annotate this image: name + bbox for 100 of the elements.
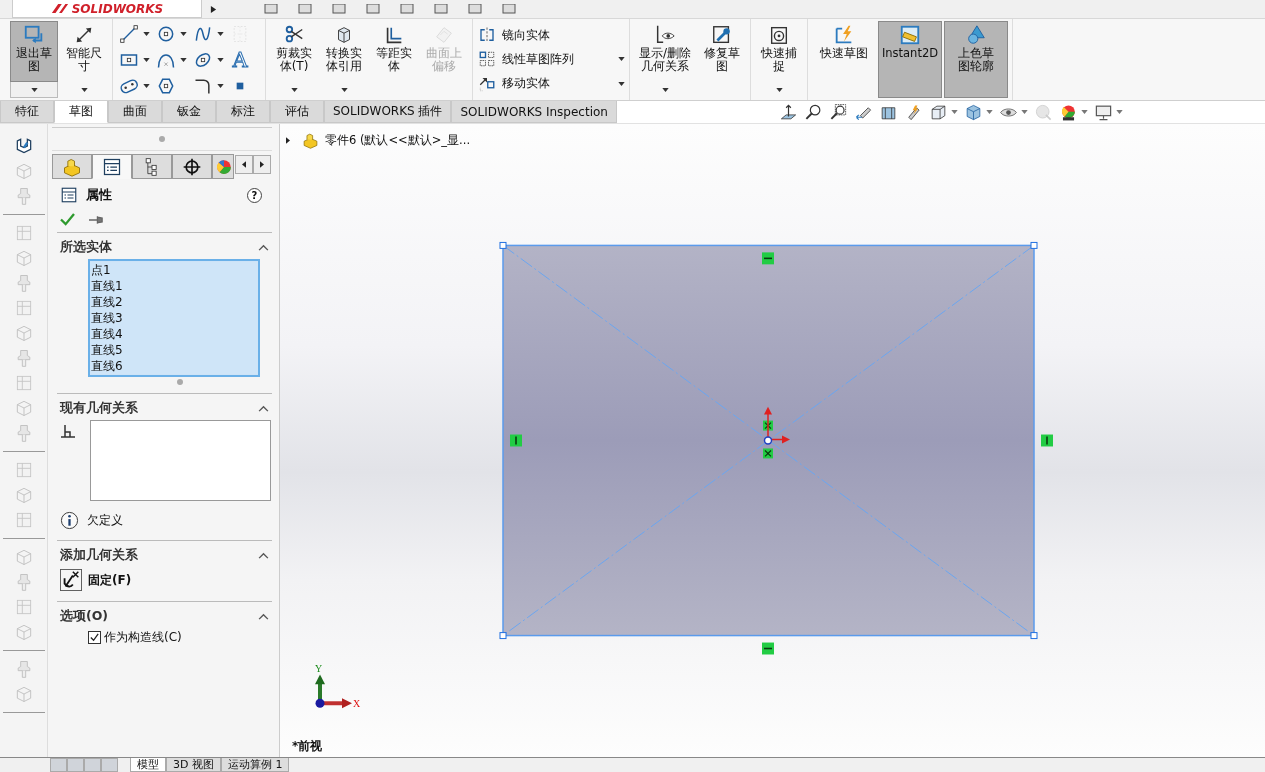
- right-arrow-icon: [260, 161, 264, 168]
- pin-icon[interactable]: [89, 214, 104, 225]
- midpoint-relation-icon[interactable]: [763, 448, 773, 459]
- zoom-area-icon[interactable]: [828, 102, 848, 122]
- axis-triad-icon: [315, 674, 352, 709]
- collapse-chevron-icon[interactable]: [258, 244, 269, 251]
- caret-icon[interactable]: [217, 57, 224, 62]
- bottom-tab[interactable]: 运动算例 1: [220, 758, 290, 772]
- entity-list[interactable]: 点1 直线1 直线2 直线3 直线4 直线5 直线6: [88, 259, 260, 377]
- caret-icon[interactable]: [143, 31, 150, 36]
- ribbon-button[interactable]: 移动实体: [477, 73, 551, 94]
- bottom-tab[interactable]: 3D 视图: [166, 758, 221, 772]
- ribbon-button[interactable]: 修复草图: [698, 21, 746, 98]
- line-icon: [119, 23, 139, 44]
- caret-icon[interactable]: [618, 81, 625, 86]
- origin-icon[interactable]: [763, 406, 790, 445]
- ribbon-tab[interactable]: 特征: [0, 101, 54, 123]
- tree-item[interactable]: 零件6 (默认<<默认>_显...: [325, 133, 471, 148]
- collapse-chevron-icon[interactable]: [258, 552, 269, 559]
- toolbar-icon[interactable]: [365, 4, 381, 14]
- caret-icon[interactable]: [618, 57, 625, 62]
- caret-icon[interactable]: [143, 57, 150, 62]
- toolbar-icon[interactable]: [297, 4, 313, 14]
- toolbar-icon[interactable]: [433, 4, 449, 14]
- panel-tab[interactable]: [172, 154, 212, 179]
- ok-check-icon[interactable]: [60, 213, 75, 226]
- relation-icon[interactable]: [762, 252, 774, 265]
- ribbon-tab[interactable]: 标注: [216, 101, 270, 123]
- ribbon-button[interactable]: 等距实体: [370, 21, 418, 98]
- ribbon-button[interactable]: 快速捕捉: [755, 21, 803, 82]
- toolbar-icon[interactable]: [331, 4, 347, 14]
- ribbon-button[interactable]: 显示/删除几何关系: [634, 21, 696, 82]
- help-button[interactable]: ?: [247, 187, 262, 203]
- view-label: *前视: [292, 738, 323, 755]
- endpoint-handle[interactable]: [499, 632, 507, 640]
- toolbar-icon[interactable]: [263, 4, 279, 14]
- toolbar-icon[interactable]: [501, 4, 517, 14]
- scroll-right-button[interactable]: [253, 155, 271, 174]
- ribbon-tab[interactable]: 钣金: [162, 101, 216, 123]
- caret-icon: [775, 88, 783, 92]
- anchor-icon[interactable]: [60, 569, 82, 591]
- target-icon: [768, 24, 790, 46]
- relations-list[interactable]: [90, 420, 271, 501]
- endpoint-handle[interactable]: [1030, 241, 1038, 249]
- toolbar-icon[interactable]: [467, 4, 483, 14]
- scroll-left-button[interactable]: [235, 155, 253, 174]
- caret-icon: [80, 88, 88, 92]
- checkbox-label: 作为构造线(C): [104, 629, 182, 646]
- expand-arrow-icon[interactable]: [210, 4, 217, 14]
- endpoint-handle[interactable]: [499, 241, 507, 249]
- property-list-icon: [60, 186, 78, 204]
- endpoint-handle[interactable]: [1030, 632, 1038, 640]
- wrench-icon: [711, 24, 733, 46]
- shapes-icon: [965, 24, 987, 46]
- crosshair-icon: [182, 156, 202, 177]
- axis-label: X: [353, 698, 361, 710]
- bottom-tab[interactable]: 模型: [130, 758, 166, 772]
- zoom-icon[interactable]: [803, 102, 823, 122]
- expand-arrow-icon[interactable]: [286, 137, 290, 144]
- ribbon-tab[interactable]: 曲面: [108, 101, 162, 123]
- relation-icon[interactable]: [762, 642, 774, 655]
- ribbon-button[interactable]: 智能尺寸: [60, 21, 108, 82]
- info-icon: [60, 511, 79, 530]
- normal-to-icon[interactable]: [778, 102, 798, 122]
- part-icon: [302, 132, 319, 149]
- caret-icon: [290, 88, 298, 92]
- toolbar-icon[interactable]: [399, 4, 415, 14]
- ribbon-button[interactable]: 转换实体引用: [320, 21, 368, 82]
- ribbon-button[interactable]: 线性草图阵列: [477, 49, 575, 70]
- ribbon-tab[interactable]: 评估: [270, 101, 324, 123]
- caret-icon: [340, 88, 348, 92]
- caret-icon: [661, 88, 669, 92]
- caret-icon[interactable]: [180, 57, 187, 62]
- caret-icon[interactable]: [180, 31, 187, 36]
- surface-icon: [433, 24, 455, 46]
- ribbon-button[interactable]: Instant2D: [878, 21, 942, 98]
- caret-icon[interactable]: [143, 83, 150, 88]
- checkbox[interactable]: [88, 631, 101, 644]
- ribbon-tab[interactable]: SOLIDWORKS Inspection: [451, 101, 617, 123]
- midpoint-relation-icon[interactable]: [763, 420, 773, 431]
- panel-title: 属性: [86, 186, 113, 204]
- ribbon-button[interactable]: 快速草图: [812, 21, 876, 98]
- panel-tab[interactable]: [92, 154, 132, 179]
- ribbon-button[interactable]: 退出草图: [10, 21, 58, 82]
- ribbon-tab[interactable]: 草图: [54, 101, 108, 123]
- collapse-chevron-icon[interactable]: [258, 613, 269, 620]
- caret-icon[interactable]: [217, 83, 224, 88]
- relation-icon[interactable]: [1041, 434, 1053, 447]
- color-ball-icon: [215, 157, 233, 176]
- ribbon-button[interactable]: 上色草图轮廓: [944, 21, 1008, 98]
- app-logo: SOLIDWORKS: [12, 0, 202, 18]
- collapse-chevron-icon[interactable]: [258, 405, 269, 412]
- left-arrow-icon: [242, 161, 246, 168]
- ribbon-button[interactable]: 剪裁实体(T): [270, 21, 318, 82]
- ribbon-tab[interactable]: SOLIDWORKS 插件: [324, 101, 452, 123]
- resize-grip[interactable]: [176, 379, 183, 385]
- caret-icon[interactable]: [217, 31, 224, 36]
- ribbon-button[interactable]: 镜向实体: [477, 25, 551, 46]
- resize-grip[interactable]: [159, 136, 165, 142]
- axis-label: Y: [315, 663, 323, 675]
